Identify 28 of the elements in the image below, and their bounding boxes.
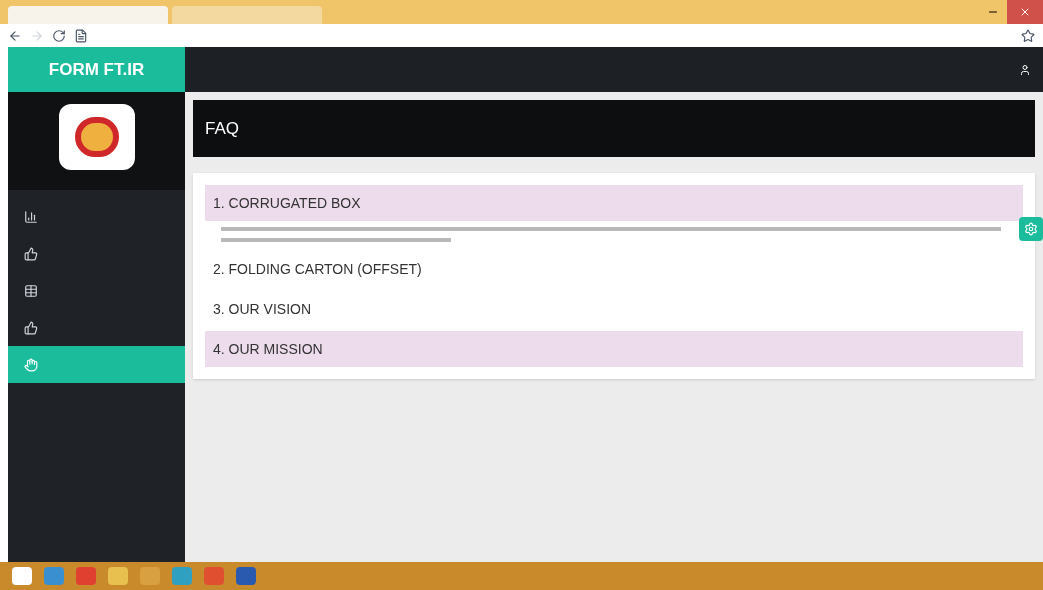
table-icon bbox=[24, 283, 38, 298]
faq-question[interactable]: 1. CORRUGATED BOX bbox=[205, 185, 1023, 221]
close-icon bbox=[1019, 6, 1031, 18]
sidebar-item[interactable] bbox=[8, 346, 185, 383]
faq-question[interactable]: 4. OUR MISSION bbox=[205, 331, 1023, 367]
page-title: FAQ bbox=[205, 117, 239, 140]
brand-title: FORM FT.IR bbox=[48, 58, 145, 81]
reload-icon[interactable] bbox=[52, 28, 66, 43]
taskbar-app-icon[interactable] bbox=[108, 567, 128, 585]
thumbs-up-icon bbox=[24, 320, 38, 335]
taskbar-app-icon[interactable] bbox=[12, 567, 32, 585]
taskbar-app-icon[interactable] bbox=[204, 567, 224, 585]
taskbar-app-icon[interactable] bbox=[236, 567, 256, 585]
user-icon[interactable] bbox=[1019, 63, 1031, 76]
taskbar-app-icon[interactable] bbox=[76, 567, 96, 585]
chart-icon bbox=[24, 209, 38, 224]
settings-icon bbox=[1024, 222, 1038, 236]
taskbar-app-icon[interactable] bbox=[172, 567, 192, 585]
back-icon[interactable] bbox=[8, 28, 22, 43]
settings-button[interactable] bbox=[1019, 217, 1043, 241]
page-icon bbox=[74, 28, 88, 43]
browser-tab[interactable] bbox=[172, 6, 322, 24]
hand-icon bbox=[24, 357, 38, 372]
star-icon[interactable] bbox=[1021, 28, 1035, 43]
thumbs-up-icon bbox=[24, 246, 38, 261]
forward-icon[interactable] bbox=[30, 28, 44, 43]
taskbar-app-icon[interactable] bbox=[44, 567, 64, 585]
logo-icon bbox=[58, 104, 135, 170]
